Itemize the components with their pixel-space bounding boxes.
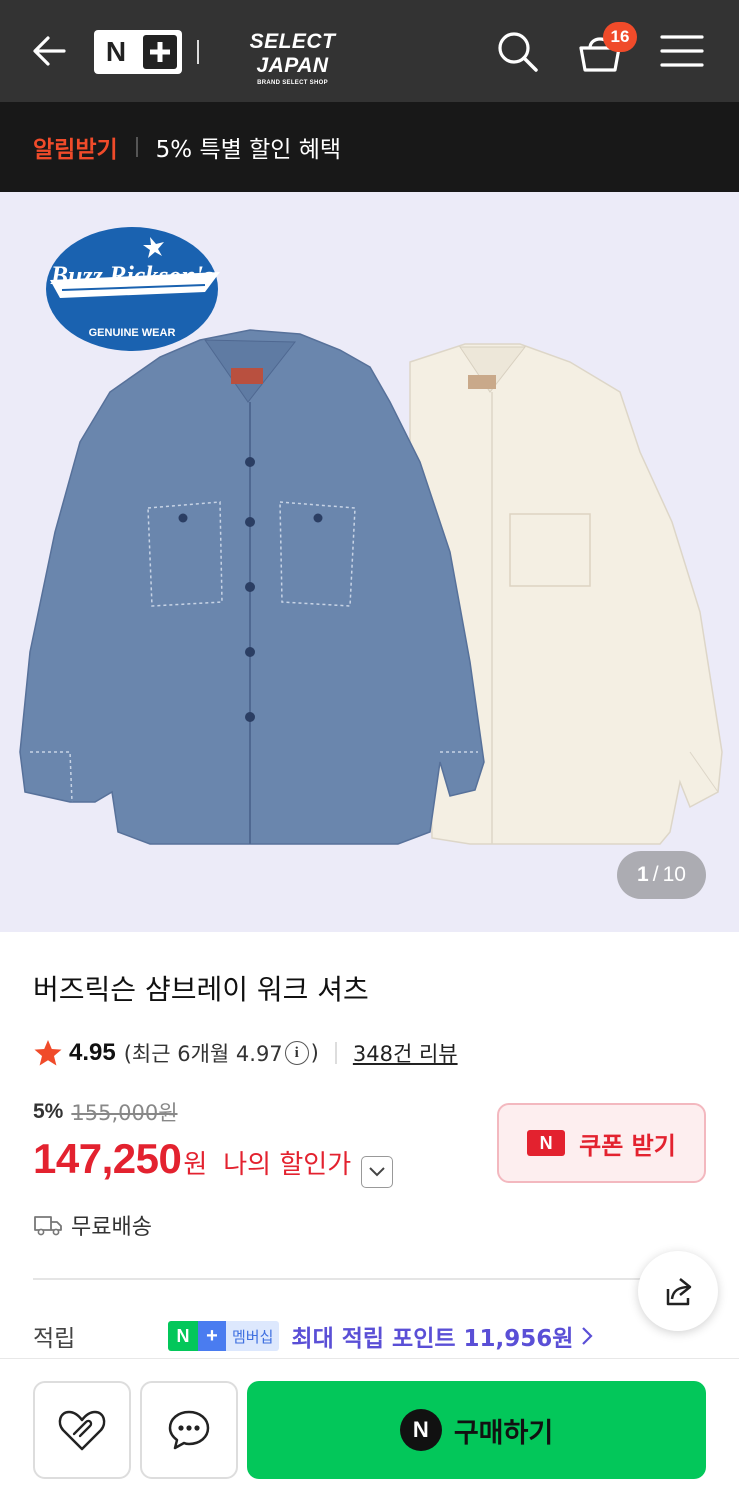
brand-logo-script: Buzz Rickson's	[50, 261, 214, 290]
rating-divider	[334, 1042, 337, 1064]
cart-count-badge: 16	[603, 22, 637, 52]
promo-text: 5% 특별 할인 혜택	[155, 137, 342, 163]
logo-plus-icon	[138, 30, 182, 74]
points-label: 적립	[33, 1326, 76, 1352]
points-row[interactable]: 적립 N + 멤버십 최대 적립 포인트 11,956원	[33, 1316, 713, 1356]
recent-rating-text: (최근 6개월 4.97	[123, 1042, 283, 1066]
naver-plus-logo[interactable]: N	[94, 30, 182, 74]
chat-bubble-icon	[168, 1410, 210, 1450]
store-brand-subtitle: BRAND SELECT SHOP	[257, 80, 328, 86]
recent-rating-close: )	[310, 1041, 319, 1065]
review-count-link[interactable]: 348건 리뷰	[353, 1038, 458, 1068]
product-image-gallery[interactable]: Buzz Rickson's GENUINE WEAR	[0, 192, 739, 932]
top-navigation-bar: N SELECT JAPAN BRAND SELECT SHOP 16	[0, 0, 739, 102]
heart-icon	[58, 1410, 106, 1451]
price-currency: 원	[183, 1150, 208, 1180]
image-counter: 1 / 10	[617, 851, 706, 899]
shipping-info: 무료배송	[33, 1209, 152, 1241]
buy-label: 구매하기	[453, 1417, 554, 1449]
coupon-label: 쿠폰 받기	[579, 1131, 676, 1160]
discount-row: 5% 155,000원	[33, 1097, 178, 1127]
section-divider	[33, 1278, 706, 1280]
search-icon[interactable]	[494, 28, 540, 74]
store-brand-title: SELECT JAPAN	[249, 30, 336, 77]
max-points-text[interactable]: 최대 적립 포인트 11,956원	[291, 1319, 573, 1353]
share-icon	[666, 1278, 692, 1306]
info-icon[interactable]: i	[284, 1041, 309, 1065]
store-brand[interactable]: SELECT JAPAN BRAND SELECT SHOP	[220, 30, 365, 86]
logo-n: N	[105, 36, 127, 67]
buy-button[interactable]: N 구매하기	[247, 1381, 706, 1479]
image-counter-total: 10	[662, 863, 686, 886]
naver-pay-icon: N	[399, 1409, 442, 1451]
coupon-button[interactable]: N 쿠폰 받기	[497, 1103, 706, 1183]
notification-subscribe-link[interactable]: 알림받기	[33, 130, 118, 164]
image-counter-divider: /	[652, 863, 659, 886]
notice-divider	[135, 137, 138, 157]
membership-badge-text: 멤버십	[226, 1321, 280, 1351]
notice-bar[interactable]: 알림받기 5% 특별 할인 혜택	[0, 102, 739, 192]
product-photo: Buzz Rickson's GENUINE WEAR	[19, 227, 723, 845]
product-title: 버즈릭슨 샴브레이 워크 셔츠	[33, 973, 369, 1006]
price-detail-toggle[interactable]	[361, 1156, 394, 1188]
my-price-label: 나의 할인가	[223, 1150, 352, 1180]
wishlist-button[interactable]	[33, 1381, 131, 1479]
naver-coupon-icon: N	[527, 1130, 566, 1156]
chevron-right-icon	[582, 1327, 594, 1345]
shipping-text: 무료배송	[71, 1215, 152, 1240]
star-icon	[34, 1040, 62, 1066]
sale-price: 147,250	[33, 1135, 182, 1182]
logo-divider	[197, 40, 199, 64]
naver-membership-badge: N + 멤버십	[168, 1321, 280, 1351]
price-row: 147,250 원 나의 할인가	[33, 1135, 394, 1188]
original-price: 155,000원	[71, 1101, 178, 1125]
discount-percent: 5%	[33, 1100, 64, 1123]
brand-logo: Buzz Rickson's GENUINE WEAR	[46, 227, 220, 351]
menu-icon[interactable]	[660, 33, 704, 69]
back-arrow-icon[interactable]	[28, 30, 70, 72]
image-counter-current: 1	[637, 863, 649, 886]
rating-row: 4.95 (최근 6개월 4.97 i ) 348건 리뷰	[33, 1036, 458, 1070]
brand-logo-caption: GENUINE WEAR	[89, 327, 176, 339]
membership-badge-plus: +	[198, 1321, 226, 1351]
membership-badge-n: N	[168, 1321, 198, 1351]
rating-score: 4.95	[69, 1039, 116, 1066]
chevron-down-icon	[369, 1167, 385, 1177]
talk-talk-button[interactable]	[140, 1381, 238, 1479]
truck-icon	[34, 1216, 62, 1236]
